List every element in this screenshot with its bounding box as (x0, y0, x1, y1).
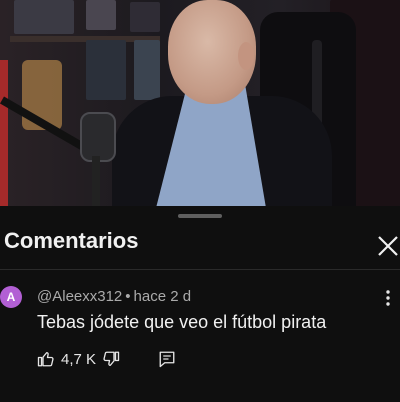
like-icon (37, 351, 54, 367)
meta-separator: • (125, 288, 131, 305)
video-player[interactable] (0, 0, 400, 206)
mic-stand (92, 156, 100, 206)
comment-meta: @Aleexx312 • hace 2 d (37, 288, 191, 305)
avatar[interactable]: A (0, 286, 22, 308)
comments-sheet: Comentarios A @Aleexx312 • hace 2 d Tebas … (0, 206, 400, 402)
more-vert-icon[interactable] (380, 288, 396, 308)
poster (134, 40, 160, 100)
like-count: 4,7 K (61, 350, 97, 368)
divider (0, 269, 400, 270)
microphone (80, 112, 116, 162)
avatar-letter: A (6, 290, 16, 304)
comment-author[interactable]: @Aleexx312 (37, 288, 122, 305)
dislike-button[interactable] (102, 350, 120, 368)
poster (130, 2, 160, 32)
video-red-edge (0, 60, 8, 206)
reply-button[interactable] (158, 350, 176, 368)
poster (14, 0, 74, 34)
person-ear (238, 42, 254, 70)
poster (86, 40, 126, 100)
comments-title: Comentarios (4, 228, 139, 253)
comment-actions: 4,7 K (37, 347, 176, 371)
drag-handle[interactable] (178, 214, 222, 218)
reply-icon (159, 351, 175, 368)
dislike-icon (103, 351, 120, 367)
like-button[interactable]: 4,7 K (37, 350, 102, 368)
poster (86, 0, 116, 30)
close-icon[interactable] (374, 232, 400, 260)
comment-text: Tebas jódete que veo el fútbol pirata (37, 312, 327, 332)
comment-time: hace 2 d (133, 288, 192, 305)
